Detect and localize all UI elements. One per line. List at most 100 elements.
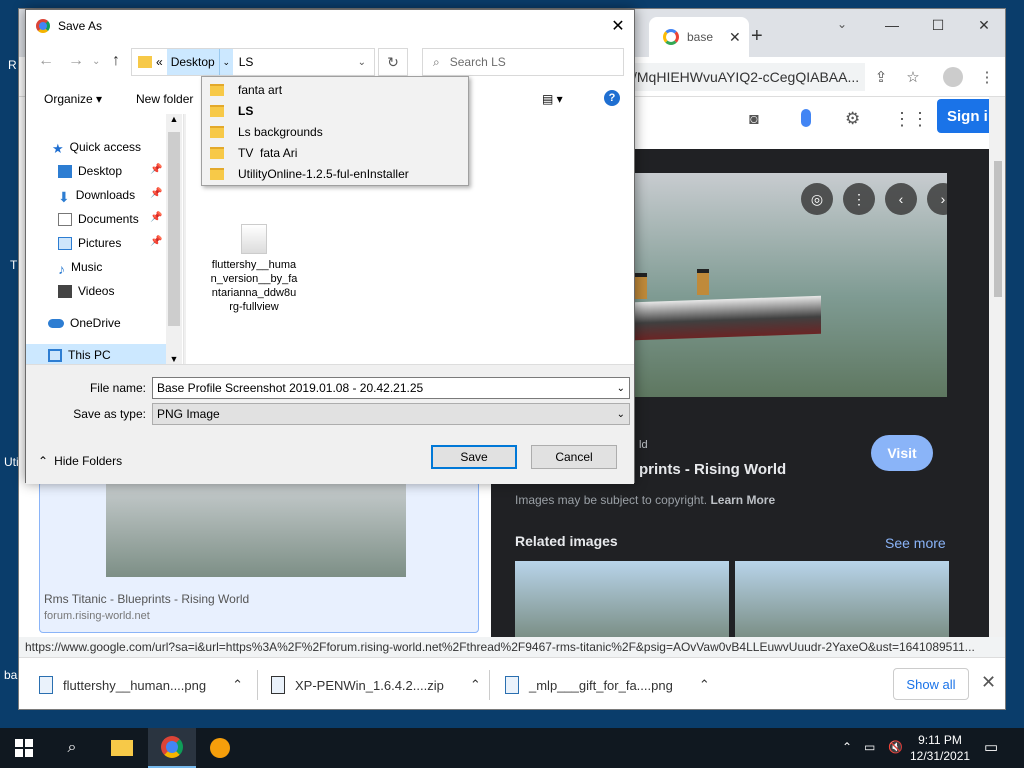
save-type-select[interactable]: PNG Image ⌄ xyxy=(152,403,630,425)
scroll-up-icon[interactable]: ▲ xyxy=(166,114,182,124)
tab-close-icon[interactable]: ✕ xyxy=(729,29,741,46)
visit-button[interactable]: Visit xyxy=(871,435,933,471)
related-image-2[interactable] xyxy=(735,561,949,637)
lens-icon[interactable]: ◎ xyxy=(801,183,833,215)
nav-quick-access[interactable]: ★ Quick access xyxy=(52,136,141,158)
breadcrumb-desktop[interactable]: Desktop xyxy=(166,49,219,75)
save-button[interactable]: Save xyxy=(431,445,517,469)
nav-videos[interactable]: Videos xyxy=(58,280,114,302)
dropdown-item-utilityonline[interactable]: UtilityOnline-1.2.5-ful-enInstaller xyxy=(210,163,409,184)
dialog-title: Save As xyxy=(58,19,103,33)
microphone-icon[interactable] xyxy=(801,109,811,127)
forward-arrow-icon[interactable]: → xyxy=(68,52,84,70)
download-item[interactable]: _mlp___gift_for_fa....png ⌃ xyxy=(505,670,710,700)
refresh-button[interactable]: ↻ xyxy=(378,48,408,76)
download-filename: fluttershy__human....png xyxy=(63,677,207,693)
close-download-bar-icon[interactable]: ✕ xyxy=(981,672,996,693)
chevron-up-icon[interactable]: ⌃ xyxy=(470,677,481,693)
next-icon[interactable]: › xyxy=(927,183,947,215)
hide-folders-toggle[interactable]: ⌃ Hide Folders xyxy=(38,454,122,468)
up-arrow-icon[interactable]: ↑ xyxy=(112,52,120,70)
file-explorer-icon[interactable] xyxy=(98,728,146,768)
download-item[interactable]: XP-PENWin_1.6.4.2....zip ⌃ xyxy=(271,670,481,700)
learn-more-link[interactable]: Learn More xyxy=(710,493,775,507)
chevron-down-icon[interactable]: ⌄ xyxy=(617,409,625,420)
show-all-button[interactable]: Show all xyxy=(893,668,969,700)
menu-icon[interactable]: ⋮ xyxy=(975,65,999,89)
share-icon[interactable]: ⇪ xyxy=(869,65,893,89)
previous-icon[interactable]: ‹ xyxy=(885,183,917,215)
cloud-icon xyxy=(48,318,64,328)
chevron-down-icon[interactable]: ⌄ xyxy=(617,383,625,394)
dropdown-item-ls[interactable]: LS xyxy=(210,100,253,121)
breadcrumb-ls[interactable]: LS xyxy=(233,49,258,75)
dropdown-item-fanta-art[interactable]: fanta art xyxy=(210,79,282,100)
organize-button[interactable]: Organize ▾ xyxy=(44,92,102,106)
camera-icon[interactable]: ◙ xyxy=(749,111,759,129)
nav-pictures[interactable]: Pictures xyxy=(58,232,121,254)
settings-gear-icon[interactable]: ⚙ xyxy=(845,109,860,129)
apps-grid-icon[interactable]: ⋮⋮ xyxy=(893,109,929,130)
breadcrumb-overflow[interactable]: « xyxy=(152,49,167,75)
dropdown-item-tv-fata-ari[interactable]: TV fata Ari xyxy=(210,142,297,163)
search-icon[interactable]: ⌕ xyxy=(48,728,96,768)
file-name-input[interactable]: Base Profile Screenshot 2019.01.08 - 20.… xyxy=(152,377,630,399)
clock-time: 9:11 PM xyxy=(918,733,962,747)
nav-music[interactable]: ♪ Music xyxy=(58,256,102,278)
address-bar[interactable]: /MqHIEHWvuAYIQ2-cCegQIABAA... xyxy=(625,63,865,91)
bookmark-star-icon[interactable]: ☆ xyxy=(901,65,925,89)
nav-documents[interactable]: Documents xyxy=(58,208,139,230)
show-hidden-icons-icon[interactable]: ⌃ xyxy=(842,740,852,754)
see-more-link[interactable]: See more xyxy=(885,535,946,551)
back-arrow-icon[interactable]: ← xyxy=(38,52,54,70)
address-breadcrumb[interactable]: « Desktop ⌄ LS ⌄ xyxy=(131,48,375,76)
tab-search-icon[interactable]: ⌄ xyxy=(837,17,847,31)
nav-downloads[interactable]: ⬇ Downloads xyxy=(58,184,135,206)
download-item[interactable]: fluttershy__human....png ⌃ xyxy=(39,670,243,700)
window-close-button[interactable]: ✕ xyxy=(961,9,1005,41)
dialog-close-button[interactable]: ✕ xyxy=(606,14,630,38)
chevron-up-icon[interactable]: ⌃ xyxy=(232,677,243,693)
search-box[interactable]: ⌕ Search LS xyxy=(422,48,624,76)
taskbar-clock[interactable]: 9:11 PM 12/31/2021 xyxy=(910,732,970,764)
desktop-fragment: T xyxy=(10,258,18,272)
help-icon[interactable]: ? xyxy=(604,90,620,106)
selected-result-card[interactable]: Rms Titanic - Blueprints - Rising World … xyxy=(39,477,479,633)
nav-onedrive[interactable]: OneDrive xyxy=(48,312,121,334)
minimize-button[interactable]: — xyxy=(869,9,915,41)
network-icon[interactable]: ▭ xyxy=(864,740,875,754)
nav-desktop[interactable]: Desktop xyxy=(58,160,122,182)
music-icon: ♪ xyxy=(58,260,65,277)
profile-icon[interactable] xyxy=(941,65,965,89)
desktop-fragment: ba xyxy=(4,668,18,682)
breadcrumb-dropdown-arrow[interactable]: ⌄ xyxy=(218,49,233,75)
view-options-icon[interactable]: ▤ ▾ xyxy=(542,92,563,106)
new-tab-button[interactable]: + xyxy=(751,25,763,48)
related-image-1[interactable] xyxy=(515,561,729,637)
nav-this-pc[interactable]: This PC xyxy=(26,344,166,366)
page-scrollbar[interactable] xyxy=(989,97,1005,637)
new-folder-button[interactable]: New folder xyxy=(136,92,193,106)
notifications-icon[interactable]: ▭ xyxy=(984,738,998,756)
cancel-button[interactable]: Cancel xyxy=(531,445,617,469)
image-title[interactable]: prints - Rising World xyxy=(639,461,786,478)
tab-title: base xyxy=(687,30,714,44)
scroll-down-icon[interactable]: ▼ xyxy=(166,354,182,364)
nav-scrollbar[interactable]: ▲ ▼ xyxy=(166,114,182,364)
start-button[interactable] xyxy=(0,728,48,768)
more-options-icon[interactable]: ⋮ xyxy=(843,183,875,215)
brave-taskbar-icon[interactable] xyxy=(196,728,244,768)
volume-muted-icon[interactable]: 🔇 xyxy=(888,740,903,754)
recent-chevron-icon[interactable]: ⌄ xyxy=(92,56,100,67)
documents-icon xyxy=(58,212,72,226)
maximize-button[interactable]: ☐ xyxy=(915,9,961,41)
address-dropdown-icon[interactable]: ⌄ xyxy=(358,57,366,68)
star-icon: ★ xyxy=(52,140,64,156)
folder-icon xyxy=(210,104,224,117)
chevron-up-icon[interactable]: ⌃ xyxy=(699,677,710,693)
browser-tab[interactable]: base ✕ xyxy=(649,17,749,57)
chrome-taskbar-icon[interactable] xyxy=(148,728,196,768)
download-arrow-icon: ⬇ xyxy=(58,188,70,205)
file-item[interactable]: fluttershy__huma n_version__by_fa ntaria… xyxy=(204,224,304,314)
dropdown-item-ls-backgrounds[interactable]: Ls backgrounds xyxy=(210,121,323,142)
